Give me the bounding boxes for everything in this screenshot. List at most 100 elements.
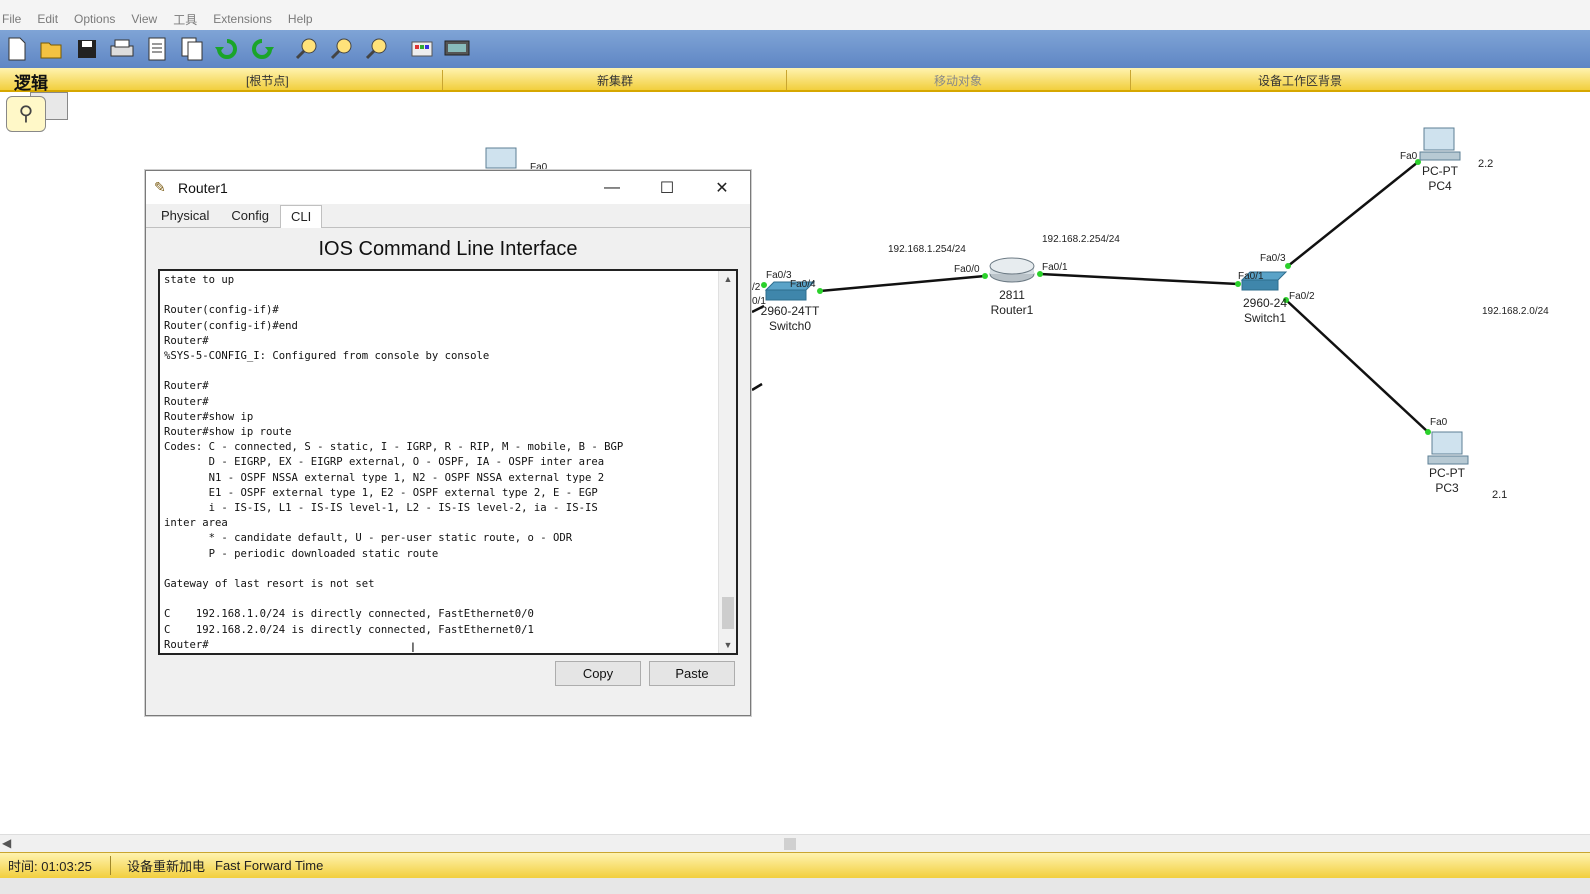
text-cursor-icon: I (411, 639, 415, 655)
move-object-button[interactable]: 移动对象 (934, 72, 982, 89)
new-file-icon[interactable] (2, 34, 32, 64)
port-label: /2 (752, 282, 761, 293)
time-display: 时间: 01:03:25 (0, 856, 111, 875)
port-label: Fa0 (1400, 151, 1418, 162)
link-light (761, 282, 767, 288)
address-label: 2.2 (1478, 158, 1494, 170)
cli-heading: IOS Command Line Interface (318, 238, 578, 260)
new-cluster-button[interactable]: 新集群 (597, 72, 633, 89)
status-bar: 时间: 01:03:25 设备重新加电 Fast Forward Time (0, 852, 1590, 878)
palette-icon[interactable] (407, 34, 437, 64)
divider (1130, 70, 1131, 90)
horizontal-scrollbar[interactable]: ◀ (0, 834, 1590, 852)
router-app-icon: ✎ (154, 179, 166, 195)
menu-view[interactable]: View (131, 12, 157, 26)
print-icon[interactable] (107, 34, 137, 64)
ip-label: 192.168.1.254/24 (888, 244, 966, 255)
bottom-panel (0, 878, 1590, 894)
port-label: Fa0/4 (790, 279, 816, 290)
copy-icon[interactable] (177, 34, 207, 64)
device-name: PC3 (1435, 481, 1459, 495)
link-light (982, 273, 988, 279)
tab-config[interactable]: Config (220, 204, 280, 227)
address-label: 2.1 (1492, 489, 1508, 501)
power-cycle-button[interactable]: 设备重新加电 (127, 856, 205, 875)
paste-button[interactable]: Paste (649, 661, 735, 686)
switch1[interactable]: 2960-24 Switch1 (1226, 296, 1304, 326)
minimize-icon[interactable]: — (589, 171, 635, 204)
scroll-down-icon[interactable]: ▼ (719, 637, 736, 653)
zoom-out-icon[interactable] (362, 34, 392, 64)
port-label: Fa0/3 (766, 270, 792, 281)
toolbar (0, 30, 1590, 68)
dialog-title: Router1 (178, 179, 228, 196)
cli-terminal[interactable]: state to up Router(config-if)# Router(co… (158, 269, 738, 655)
packet-tracer-window: File Edit Options View 工具 Extensions Hel… (0, 0, 1590, 894)
dialog-title-bar[interactable]: ✎ Router1 — ☐ ✕ (146, 171, 750, 204)
title-strip (0, 0, 1590, 8)
link-switch1-pc4 (1287, 161, 1419, 267)
menu-tools[interactable]: 工具 (173, 11, 197, 28)
pc3[interactable]: PC-PT PC3 (1425, 466, 1469, 496)
pc-icon (1419, 151, 1461, 161)
port-label: Fa0/1 (1238, 271, 1264, 282)
redo-icon[interactable] (247, 34, 277, 64)
scroll-thumb[interactable] (722, 597, 734, 629)
menu-file[interactable]: File (2, 12, 21, 26)
tab-cli[interactable]: CLI (280, 205, 323, 228)
device-model: 2960-24 (1242, 296, 1288, 310)
device-icon[interactable] (442, 34, 472, 64)
device-name: PC4 (1428, 179, 1452, 193)
menu-extensions[interactable]: Extensions (213, 12, 272, 26)
root-node-button[interactable]: [根节点] (246, 72, 289, 89)
close-icon[interactable]: ✕ (699, 171, 745, 204)
link-router1-switch1 (1039, 272, 1239, 286)
device-model: PC-PT (1422, 164, 1458, 178)
pc-icon (1431, 431, 1463, 455)
terminal-scrollbar[interactable]: ▲ ▼ (718, 271, 736, 653)
link-light (1425, 429, 1431, 435)
switch0[interactable]: 2960-24TT Switch0 (754, 304, 826, 334)
zoom-in-icon[interactable] (292, 34, 322, 64)
link-switch0-router1 (819, 274, 986, 293)
port-label: Fa0/0 (954, 264, 980, 275)
open-folder-icon[interactable] (37, 34, 67, 64)
save-icon[interactable] (72, 34, 102, 64)
device-name: Switch1 (1243, 311, 1287, 325)
port-label: Fa0/1 (1042, 262, 1068, 273)
workspace-bar: 逻辑 [根节点] 新集群 移动对象 设备工作区背景 (0, 68, 1590, 94)
scroll-thumb[interactable] (784, 838, 796, 850)
menu-edit[interactable]: Edit (37, 12, 58, 26)
divider (786, 70, 787, 90)
workspace-background-button[interactable]: 设备工作区背景 (1258, 72, 1342, 89)
menu-help[interactable]: Help (288, 12, 313, 26)
scroll-up-icon[interactable]: ▲ (719, 271, 736, 287)
device-model: PC-PT (1429, 466, 1465, 480)
device-name: Router1 (990, 303, 1034, 317)
divider (442, 70, 443, 90)
scroll-left-icon[interactable]: ◀ (2, 836, 11, 850)
router1[interactable]: 2811 Router1 (980, 288, 1044, 318)
device-name: Switch0 (768, 319, 812, 333)
router1-dialog: ✎ Router1 — ☐ ✕ Physical Config CLI IOS … (145, 170, 751, 716)
router-icon (989, 257, 1035, 275)
terminal-output[interactable]: state to up Router(config-if)# Router(co… (164, 273, 716, 653)
maximize-icon[interactable]: ☐ (644, 171, 690, 204)
menu-options[interactable]: Options (74, 12, 115, 26)
link-switch0-pc (751, 382, 763, 392)
port-label: Fa0/3 (1260, 253, 1286, 264)
menu-bar: File Edit Options View 工具 Extensions Hel… (0, 8, 1590, 30)
tab-physical[interactable]: Physical (150, 204, 220, 227)
activity-wizard-icon[interactable] (142, 34, 172, 64)
switch-icon (765, 289, 807, 301)
fast-forward-button[interactable]: Fast Forward Time (215, 858, 323, 873)
pc4[interactable]: PC-PT PC4 (1418, 164, 1462, 194)
zoom-reset-icon[interactable] (327, 34, 357, 64)
network-label: 192.168.2.0/24 (1482, 306, 1549, 317)
pc-icon (1423, 127, 1455, 151)
device-model: 2811 (999, 288, 1025, 302)
device-model: 2960-24TT (760, 304, 820, 318)
copy-button[interactable]: Copy (555, 661, 641, 686)
logical-workspace-label: 逻辑 (14, 74, 48, 94)
undo-icon[interactable] (212, 34, 242, 64)
